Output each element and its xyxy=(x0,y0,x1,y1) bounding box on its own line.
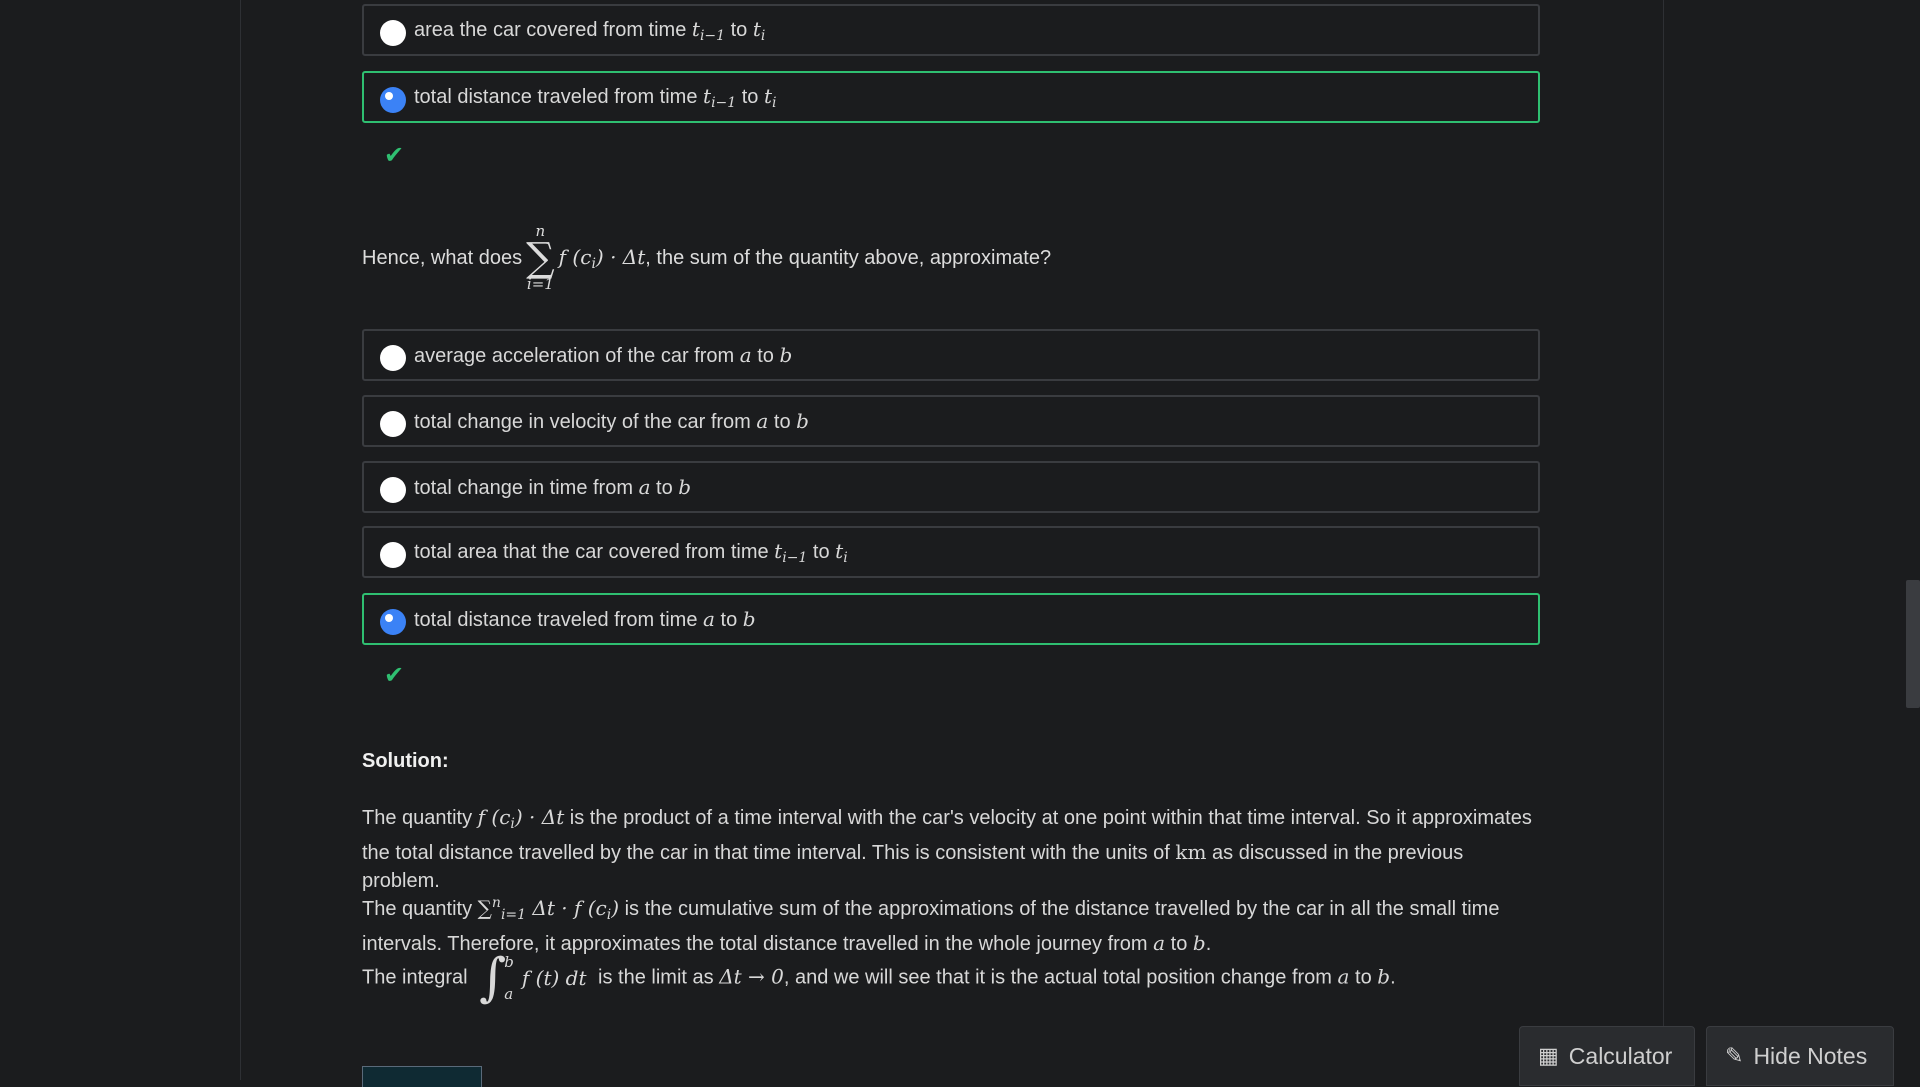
q2-option-average-acceleration[interactable]: average acceleration of the car from a t… xyxy=(362,329,1540,381)
hide-notes-label: Hide Notes xyxy=(1753,1042,1868,1069)
calculator-label: Calculator xyxy=(1568,1042,1673,1069)
q2-option-total-distance[interactable]: total distance traveled from time a to b xyxy=(362,593,1540,645)
option-label: total change in time from a to b xyxy=(414,474,692,499)
radio-button[interactable] xyxy=(380,345,406,371)
option-label: area the car covered from time ti−1 to t… xyxy=(414,16,766,44)
calculator-button[interactable]: ▦ Calculator xyxy=(1519,1026,1695,1086)
q1-option-area[interactable]: area the car covered from time ti−1 to t… xyxy=(362,4,1540,56)
scrollbar-thumb[interactable] xyxy=(1906,580,1920,708)
solution-paragraph-3: The integral ∫ b a f (t) dt is the limit as… xyxy=(362,948,1396,1008)
pencil-icon: ✎ xyxy=(1725,1043,1744,1068)
option-label: total distance traveled from time ti−1 t… xyxy=(414,83,777,111)
integral-symbol: ∫ b a f (t) dt xyxy=(479,948,587,1008)
solution-heading: Solution: xyxy=(362,750,449,772)
next-button-partial[interactable] xyxy=(362,1066,482,1087)
solution-paragraph-1: The quantity f (ci) · Δt is the product … xyxy=(362,805,1532,892)
q2-option-velocity-change[interactable]: total change in velocity of the car from… xyxy=(362,395,1540,447)
summation-symbol: n ∑ i=1 xyxy=(526,222,555,293)
calculator-icon: ▦ xyxy=(1538,1043,1559,1068)
q2-option-total-area[interactable]: total area that the car covered from tim… xyxy=(362,526,1540,578)
content-left-divider xyxy=(240,0,241,1080)
radio-button[interactable] xyxy=(380,542,406,568)
radio-button[interactable] xyxy=(380,411,406,437)
q1-option-total-distance[interactable]: total distance traveled from time ti−1 t… xyxy=(362,71,1540,123)
radio-button-selected[interactable] xyxy=(380,609,406,635)
option-label: total distance traveled from time a to b xyxy=(414,606,756,631)
content-right-divider xyxy=(1663,0,1664,1080)
option-label: total area that the car covered from tim… xyxy=(414,538,848,566)
hide-notes-button[interactable]: ✎ Hide Notes xyxy=(1706,1026,1894,1086)
correct-check-icon: ✔ xyxy=(384,662,405,689)
q2-option-time-change[interactable]: total change in time from a to b xyxy=(362,461,1540,513)
option-label: average acceleration of the car from a t… xyxy=(414,342,793,367)
correct-check-icon: ✔ xyxy=(384,142,405,169)
option-label: total change in velocity of the car from… xyxy=(414,408,809,433)
radio-button[interactable] xyxy=(380,477,406,503)
radio-button[interactable] xyxy=(380,20,406,46)
radio-button-selected[interactable] xyxy=(380,87,406,113)
question-prompt: Hence, what does n ∑ i=1 f (ci) · Δt , t… xyxy=(362,222,1052,293)
